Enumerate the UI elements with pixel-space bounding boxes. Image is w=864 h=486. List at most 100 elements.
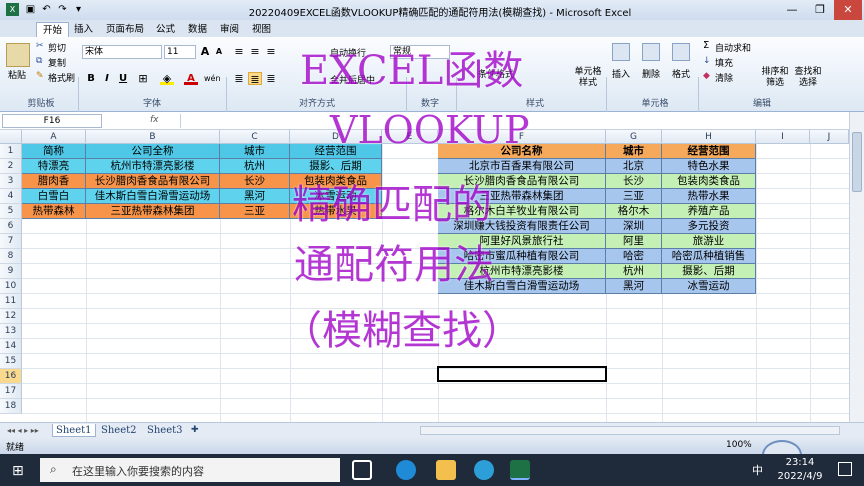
row-header[interactable]: 5 — [0, 204, 22, 219]
column-header[interactable]: E — [382, 130, 438, 144]
cut-button[interactable]: 剪切 — [48, 41, 66, 54]
table-cell[interactable]: 特漂亮 — [22, 159, 86, 174]
table-cell[interactable]: 杭州市特漂亮影楼 — [86, 159, 220, 174]
table-cell[interactable]: 三亚热带森林集团 — [438, 189, 606, 204]
merge-center-button[interactable]: 合并后居中 — [330, 73, 375, 86]
table-cell[interactable]: 简称 — [22, 144, 86, 159]
table-cell[interactable]: 深圳 — [606, 219, 662, 234]
table-cell[interactable]: 摄影、后期 — [662, 264, 756, 279]
align-top-icon[interactable]: ≡ — [232, 45, 246, 58]
row-header[interactable]: 11 — [0, 294, 22, 309]
file-explorer-icon[interactable] — [436, 460, 456, 480]
sort-filter-button[interactable]: 排序和筛选 — [760, 67, 790, 89]
select-all-corner[interactable] — [0, 130, 22, 144]
column-header[interactable]: A — [22, 130, 86, 144]
font-name-select[interactable]: 宋体 — [82, 45, 162, 59]
table-cell[interactable]: 哈密 — [606, 249, 662, 264]
clock-date[interactable]: 2022/4/9 — [772, 471, 828, 482]
table-cell[interactable]: 城市 — [606, 144, 662, 159]
table-cell[interactable]: 黑河 — [220, 189, 290, 204]
row-header[interactable]: 1 — [0, 144, 22, 159]
format-cells-button[interactable]: 格式 — [672, 67, 690, 80]
customize-quick-access-icon[interactable]: ▾ — [72, 3, 85, 16]
bold-button[interactable]: B — [84, 72, 98, 85]
ie-browser-icon[interactable] — [474, 460, 494, 480]
italic-button[interactable]: I — [100, 72, 114, 85]
formula-input[interactable] — [180, 114, 845, 128]
font-color-icon[interactable]: A — [184, 72, 198, 85]
table-cell[interactable]: 哈密市蜜瓜种植有限公司 — [438, 249, 606, 264]
find-select-button[interactable]: 查找和选择 — [792, 67, 824, 89]
worksheet-grid[interactable]: A B C D E F G H I J 1 2 3 4 5 6 7 8 9 10 11 12 13 14 1… — [0, 48, 849, 422]
table-cell[interactable]: 北京市百香果有限公司 — [438, 159, 606, 174]
maximize-button[interactable]: ❐ — [806, 0, 834, 20]
align-right-icon[interactable]: ≣ — [264, 72, 278, 85]
number-format-select[interactable]: 常规 — [390, 45, 450, 59]
shrink-font-button[interactable]: A — [212, 45, 226, 58]
row-header[interactable]: 13 — [0, 324, 22, 339]
tab-insert[interactable]: 插入 — [68, 22, 99, 37]
table-cell[interactable]: 长沙 — [606, 174, 662, 189]
sheet-tab-2[interactable]: Sheet2 — [98, 424, 140, 437]
notification-icon[interactable] — [838, 462, 852, 476]
row-header[interactable]: 4 — [0, 189, 22, 204]
table-cell[interactable]: 佳木斯白雪白滑雪运动场 — [86, 189, 220, 204]
row-header[interactable]: 2 — [0, 159, 22, 174]
column-header[interactable]: F — [438, 130, 606, 144]
selected-cell[interactable] — [437, 366, 607, 382]
scroll-thumb[interactable] — [852, 132, 862, 192]
table-cell[interactable]: 阿里好风景旅行社 — [438, 234, 606, 249]
row-header[interactable]: 9 — [0, 264, 22, 279]
row-header[interactable]: 16 — [0, 369, 22, 384]
column-header[interactable]: G — [606, 130, 662, 144]
row-header[interactable]: 15 — [0, 354, 22, 369]
table-cell[interactable]: 三亚 — [606, 189, 662, 204]
row-header[interactable]: 17 — [0, 384, 22, 399]
table-cell[interactable]: 包装肉类食品 — [290, 174, 382, 189]
sheet-tab-3[interactable]: Sheet3 — [144, 424, 186, 437]
table-cell[interactable]: 黑河 — [606, 279, 662, 294]
insert-cells-button[interactable]: 插入 — [612, 67, 630, 80]
table-cell[interactable]: 热带水果 — [662, 189, 756, 204]
column-header[interactable]: B — [86, 130, 220, 144]
column-header[interactable]: D — [290, 130, 382, 144]
underline-button[interactable]: U — [116, 72, 130, 85]
align-bottom-icon[interactable]: ≡ — [264, 45, 278, 58]
table-cell[interactable]: 腊肉香 — [22, 174, 86, 189]
conditional-format-button[interactable]: 条件格式 — [478, 67, 514, 80]
table-cell[interactable]: 北京 — [606, 159, 662, 174]
table-cell[interactable]: 阿里 — [606, 234, 662, 249]
table-cell[interactable]: 三亚 — [220, 204, 290, 219]
table-cell[interactable]: 城市 — [220, 144, 290, 159]
border-icon[interactable]: ⊞ — [136, 72, 150, 85]
table-cell[interactable]: 长沙 — [220, 174, 290, 189]
horizontal-scrollbar[interactable] — [420, 426, 840, 435]
align-left-icon[interactable]: ≣ — [232, 72, 246, 85]
table-cell[interactable]: 养殖产品 — [662, 204, 756, 219]
table-cell[interactable]: 多元投资 — [662, 219, 756, 234]
tab-formulas[interactable]: 公式 — [150, 22, 181, 37]
cell-styles-button[interactable]: 单元格样式 — [572, 67, 604, 89]
windows-start-icon[interactable]: ⊞ — [12, 463, 24, 479]
name-box[interactable]: F16 — [2, 114, 102, 128]
table-cell[interactable]: 公司名称 — [438, 144, 606, 159]
table-cell[interactable]: 旅游业 — [662, 234, 756, 249]
clock-time[interactable]: 23:14 — [772, 457, 828, 468]
vertical-scrollbar[interactable] — [849, 112, 864, 422]
table-cell[interactable]: 包装肉类食品 — [662, 174, 756, 189]
ime-indicator[interactable]: 中 — [752, 462, 763, 478]
column-header[interactable]: J — [810, 130, 849, 144]
table-cell[interactable]: 热带森林 — [22, 204, 86, 219]
close-button[interactable]: ✕ — [834, 0, 862, 20]
tab-data[interactable]: 数据 — [182, 22, 213, 37]
tab-review[interactable]: 审阅 — [214, 22, 245, 37]
task-view-icon[interactable] — [352, 460, 372, 480]
tab-home[interactable]: 开始 — [36, 22, 70, 37]
wrap-text-button[interactable]: 自动换行 — [330, 46, 366, 59]
zoom-level[interactable]: 100% — [726, 440, 752, 450]
table-cell[interactable]: 格尔木 — [606, 204, 662, 219]
taskbar-search-box[interactable]: ⌕ 在这里输入你要搜索的内容 — [40, 458, 340, 482]
insert-function-button[interactable]: fx — [150, 115, 159, 125]
phonetic-button[interactable]: wén — [204, 72, 221, 85]
paste-button[interactable]: 粘贴 — [8, 68, 26, 81]
